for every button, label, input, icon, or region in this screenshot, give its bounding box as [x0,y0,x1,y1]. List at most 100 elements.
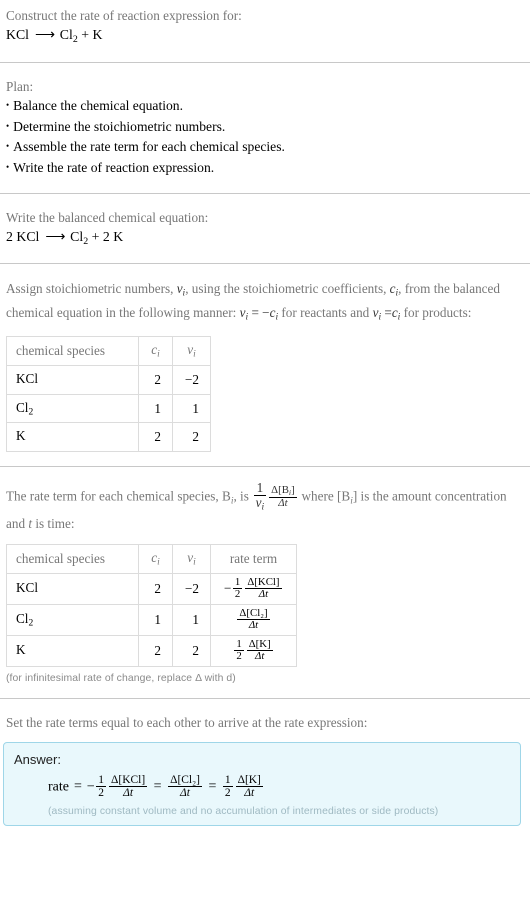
cell-rate-term: Δ[Cl₂] Δt [210,603,297,636]
stoich-text-4: for reactants and [278,305,373,321]
table-row: K 2 2 [6,422,211,453]
cell-c: 1 [138,393,173,424]
rate-term-text-2: , is [233,488,253,504]
final-prompt: Set the rate terms equal to each other t… [6,714,368,730]
rate-sign: − [223,580,232,596]
fraction-denominator: Δt [269,496,297,509]
stoich-text-5: for products: [400,305,472,321]
column-header-species: chemical species [6,544,139,574]
table-row: KCl 2 −2 [6,365,211,395]
rate-term-text-3: where [B [298,488,351,504]
rate-term-text-1: The rate term for each chemical species,… [6,488,231,504]
balanced-product-2-coefficient: 2 [102,228,110,244]
rate-coefficient-fraction: 1 2 [232,575,243,601]
answer-label: Answer: [14,751,61,767]
cell-c: 2 [138,634,173,667]
equals-sign-2: = [153,779,162,795]
fraction-numerator: 1 [256,480,264,496]
balanced-product-1-subscript: 2 [83,235,89,247]
rate-term-text-5: is time: [32,515,75,531]
term-1-coefficient: 1 2 [96,773,107,799]
rate-delta-fraction: Δ[KCl] Δt [245,575,282,601]
reaction-product-1: Cl [59,27,73,43]
answer-rate-expression: rate = − 1 2 Δ[KCl] Δt = Δ[Cl₂] Δt = 1 2 Δ… [48,774,510,799]
column-header-c: ci [138,544,173,574]
reaction-product-1-subscript: 2 [72,33,78,45]
column-header-nu: νi [172,336,211,367]
table-header-row: chemical species ci νi [6,336,211,367]
term-2-delta: Δ[Cl₂] Δt [168,773,202,799]
table-header-row: chemical species ci νi rate term [6,544,297,574]
table-row: Cl2 1 1 Δ[Cl₂] Δt [6,603,297,636]
cell-species: K [6,422,139,453]
equals-sign-1: = [73,779,82,795]
balanced-arrow-icon: ⟶ [45,228,65,244]
rate-delta-fraction: Δ[Cl₂] Δt [237,606,270,632]
balanced-equation-prompt: Write the balanced chemical equation: [6,209,209,225]
reaction-product-2: K [92,27,103,43]
balanced-reactant-coefficient: 2 [6,228,13,244]
question-prompt: Construct the rate of reaction expressio… [6,8,242,23]
cell-species: KCl [6,572,139,605]
fraction-numerator: Δ[Bi] [271,483,295,497]
table-row: K 2 2 1 2 Δ[K] Δt [6,634,297,667]
infinitesimal-footnote: (for infinitesimal rate of change, repla… [6,672,236,684]
plan-title: Plan: [6,78,34,94]
term-1-delta: Δ[KCl] Δt [109,773,148,799]
reaction-arrow-icon: ⟶ [35,27,55,43]
cell-rate-term: 1 2 Δ[K] Δt [210,634,297,667]
cell-rate-term: − 1 2 Δ[KCl] Δt [210,572,297,605]
answer-assumption-note: (assuming constant volume and no accumul… [48,806,439,818]
balanced-reactant: KCl [16,228,40,244]
cell-nu: 1 [172,603,211,636]
plan-step: Write the rate of reaction expression. [6,158,524,179]
term-1-sign: − [86,779,95,795]
term-3-coefficient: 1 2 [222,773,233,799]
rate-term-table: chemical species ci νi rate term KCl 2 −… [6,544,297,667]
stoich-text-1: Assign stoichiometric numbers, [6,281,177,297]
equals-sign-3: = [208,779,217,795]
cell-nu: 1 [172,393,211,424]
cell-species: KCl [6,365,139,395]
cell-species: Cl2 [6,393,139,424]
cell-c: 2 [138,572,173,605]
rate-term-coefficient-fraction: 1 νi [253,480,267,513]
table-row: KCl 2 −2 − 1 2 Δ[KCl] Δt [6,572,297,605]
cell-nu: 2 [172,422,211,453]
plan-step: Balance the chemical equation. [6,96,524,117]
answer-box: Answer: rate = − 1 2 Δ[KCl] Δt = Δ[Cl₂] Δt… [3,741,521,827]
plan-step: Determine the stoichiometric numbers. [6,117,524,138]
plan-list: Balance the chemical equation. Determine… [6,96,524,179]
reaction-reactant: KCl [6,27,29,43]
cell-species: K [6,634,139,667]
column-header-nu: νi [172,544,211,574]
cell-c: 2 [138,365,173,395]
column-header-c: ci [138,336,173,367]
reaction-plus: + [81,27,90,43]
cell-nu: 2 [172,634,211,667]
rate-coefficient-fraction: 1 2 [234,637,244,663]
term-3-delta: Δ[K] Δt [235,773,263,799]
balanced-product-1: Cl [70,228,84,244]
cell-nu: −2 [172,365,211,395]
column-header-rate-term: rate term [210,544,297,574]
fraction-denominator: νi [253,495,267,513]
stoichiometric-numbers-table: chemical species ci νi KCl 2 −2 Cl2 1 1 … [6,336,211,453]
balanced-equation: 2 KCl ⟶ Cl2 + 2 K [6,227,524,250]
column-header-species: chemical species [6,336,139,367]
rate-term-delta-fraction: Δ[Bi] Δt [269,483,297,510]
input-reaction-equation: KCl ⟶ Cl2 + K [6,25,524,48]
rate-delta-fraction: Δ[K] Δt [246,637,273,663]
balanced-plus: + [91,228,100,244]
cell-c: 1 [138,603,173,636]
cell-species: Cl2 [6,603,139,636]
stoich-rule-nu-subscript: i [245,313,249,324]
stoich-rule-products: = [384,305,392,321]
cell-nu: −2 [172,572,211,605]
solution-page: Construct the rate of reaction expressio… [0,0,530,827]
cell-c: 2 [138,422,173,453]
balanced-product-2: K [113,228,124,244]
stoich-text-2: , using the stoichiometric coefficients, [185,281,390,297]
stoichiometric-explanation: Assign stoichiometric numbers, νi, using… [6,278,524,326]
rate-term-explanation: The rate term for each chemical species,… [6,481,524,534]
